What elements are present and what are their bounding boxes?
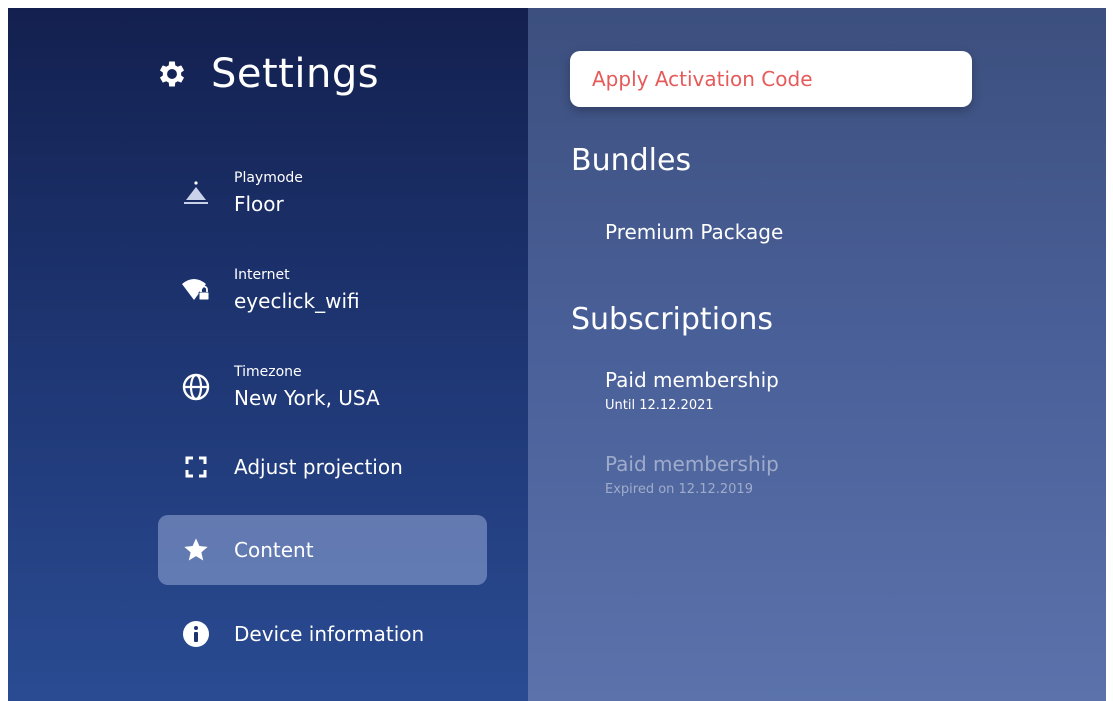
- sidebar-item-label: Adjust projection: [234, 455, 403, 479]
- content-panel: Apply Activation Code Bundles Premium Pa…: [528, 8, 1106, 701]
- settings-sidebar: Settings Playmode Floor Internet eyeclic…: [8, 8, 528, 701]
- sidebar-item-timezone[interactable]: Timezone New York, USA: [158, 352, 487, 422]
- sidebar-item-label: Device information: [234, 622, 425, 646]
- subscription-item-active[interactable]: Paid membership Until 12.12.2021: [605, 368, 779, 413]
- settings-header: Settings: [155, 44, 379, 104]
- projection-corners-icon: [185, 456, 207, 478]
- sidebar-item-label: Content: [234, 538, 314, 562]
- app-frame: Settings Playmode Floor Internet eyeclic…: [8, 8, 1106, 701]
- subscription-name: Paid membership: [605, 452, 779, 476]
- sidebar-item-device-information[interactable]: Device information: [158, 599, 487, 669]
- bundles-title: Bundles: [571, 143, 692, 178]
- sidebar-item-value: New York, USA: [234, 386, 380, 410]
- info-icon: [183, 621, 209, 647]
- subscription-name: Paid membership: [605, 368, 779, 392]
- gear-icon: [159, 61, 185, 87]
- subscriptions-title: Subscriptions: [571, 302, 774, 337]
- playmode-icon: [184, 181, 208, 204]
- sidebar-item-playmode[interactable]: Playmode Floor: [158, 158, 487, 228]
- subscription-status: Until 12.12.2021: [605, 398, 714, 413]
- bundle-item[interactable]: Premium Package: [605, 220, 783, 244]
- sidebar-item-content[interactable]: Content: [158, 515, 487, 585]
- subscription-status: Expired on 12.12.2019: [605, 482, 753, 497]
- sidebar-item-adjust-projection[interactable]: Adjust projection: [158, 432, 487, 502]
- apply-activation-code-button[interactable]: Apply Activation Code: [570, 51, 972, 107]
- wifi-lock-icon: [182, 279, 210, 301]
- subscription-item-expired[interactable]: Paid membership Expired on 12.12.2019: [605, 452, 779, 497]
- sidebar-item-value: Floor: [234, 192, 284, 216]
- sidebar-item-label: Internet: [234, 267, 290, 283]
- page-title: Settings: [211, 51, 380, 97]
- sidebar-item-label: Playmode: [234, 170, 303, 186]
- sidebar-item-value: eyeclick_wifi: [234, 289, 360, 313]
- sidebar-item-internet[interactable]: Internet eyeclick_wifi: [158, 255, 487, 325]
- globe-icon: [182, 373, 210, 401]
- bundle-name: Premium Package: [605, 220, 784, 244]
- sidebar-item-label: Timezone: [234, 364, 302, 380]
- star-icon: [184, 538, 208, 561]
